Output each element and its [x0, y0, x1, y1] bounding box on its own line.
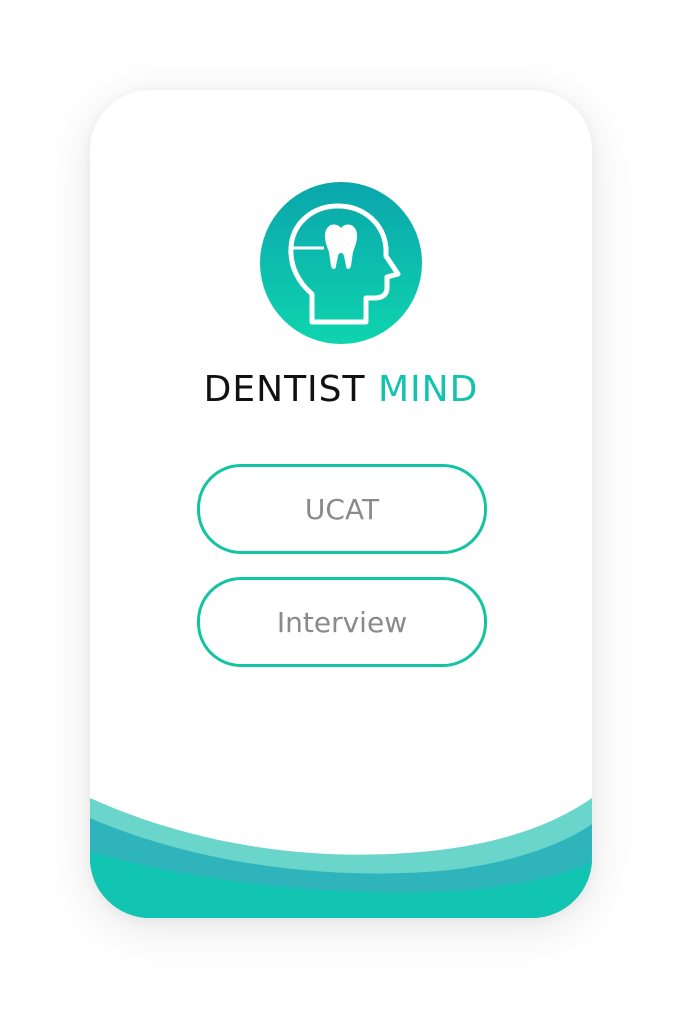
brand-accent: MIND — [377, 369, 479, 410]
decorative-wave — [90, 798, 592, 918]
app-card: DENTIST MIND UCAT Interview — [90, 90, 592, 918]
brand-title: DENTIST MIND — [90, 368, 592, 412]
ucat-button-label: UCAT — [304, 492, 380, 526]
interview-button-label: Interview — [276, 605, 408, 639]
interview-button[interactable]: Interview — [197, 577, 487, 667]
head-with-tooth-icon — [260, 182, 422, 344]
ucat-button[interactable]: UCAT — [197, 464, 487, 554]
brand-primary: DENTIST — [203, 369, 366, 410]
